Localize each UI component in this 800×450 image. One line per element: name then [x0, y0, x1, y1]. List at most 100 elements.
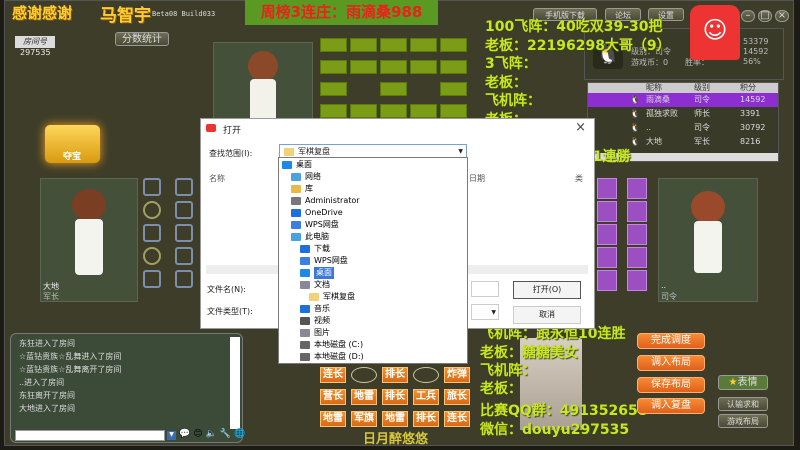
- camp-slot[interactable]: [351, 367, 377, 383]
- board-piece-hidden[interactable]: [597, 224, 617, 245]
- board-piece[interactable]: 炸弹: [444, 367, 470, 383]
- board-piece-hidden[interactable]: [627, 201, 647, 222]
- dropdown-item-download[interactable]: 下载: [279, 243, 467, 255]
- dropdown-item-folder[interactable]: 军棋复盘: [279, 291, 467, 303]
- globe-icon[interactable]: 🌐: [234, 429, 245, 439]
- board-piece[interactable]: 排长: [413, 411, 439, 427]
- board-piece[interactable]: 地雷: [351, 389, 377, 405]
- board-slot[interactable]: [175, 270, 193, 288]
- dropdown-item-cloud[interactable]: WPS网盘: [279, 255, 467, 267]
- board-slot[interactable]: [175, 224, 193, 242]
- board-piece-hidden[interactable]: [440, 82, 467, 96]
- board-piece[interactable]: 地雷: [382, 411, 408, 427]
- surrender-button[interactable]: 认输求和: [718, 397, 768, 411]
- speaker-icon[interactable]: 🔈: [206, 429, 217, 439]
- board-piece-hidden[interactable]: [440, 60, 467, 74]
- emote-button[interactable]: ★表情: [718, 375, 768, 390]
- open-button[interactable]: 打开(O): [513, 281, 581, 299]
- score-stats-button[interactable]: 分数统计: [115, 32, 169, 46]
- dropdown-item-library[interactable]: 库: [279, 183, 467, 195]
- dropdown-item-document[interactable]: 文档: [279, 279, 467, 291]
- dialog-close-icon[interactable]: ×: [575, 120, 586, 135]
- board-piece-hidden[interactable]: [320, 82, 347, 96]
- treasure-chest-icon[interactable]: 夺宝: [45, 125, 100, 163]
- board-piece[interactable]: 营长: [320, 389, 346, 405]
- board-piece[interactable]: 旅长: [444, 389, 470, 405]
- board-slot[interactable]: [175, 201, 193, 219]
- board-piece-hidden[interactable]: [597, 178, 617, 199]
- board-piece[interactable]: 排长: [382, 367, 408, 383]
- board-piece-hidden[interactable]: [627, 178, 647, 199]
- board-piece-hidden[interactable]: [440, 104, 467, 118]
- board-piece[interactable]: 连长: [320, 367, 346, 383]
- filetype-select[interactable]: ▼: [471, 304, 499, 320]
- cancel-button[interactable]: 取消: [513, 306, 581, 324]
- board-piece-hidden[interactable]: [350, 60, 377, 74]
- board-piece-hidden[interactable]: [627, 270, 647, 291]
- load-replay-button[interactable]: 调入复盘: [637, 398, 705, 414]
- finish-deploy-button[interactable]: 完成调度: [637, 333, 705, 349]
- dropdown-item-drive[interactable]: 本地磁盘 (C:): [279, 339, 467, 351]
- chat-scrollbar[interactable]: [230, 337, 240, 429]
- wrench-icon[interactable]: 🔧: [220, 429, 231, 439]
- board-piece-hidden[interactable]: [320, 60, 347, 74]
- board-piece-hidden[interactable]: [410, 60, 437, 74]
- board-slot[interactable]: [143, 224, 161, 242]
- game-layout-button[interactable]: 游戏布局: [718, 414, 768, 428]
- player-row[interactable]: 🐧 孤独求败 师长 3391: [588, 107, 778, 121]
- board-piece-hidden[interactable]: [597, 247, 617, 268]
- minimize-button[interactable]: –: [741, 10, 755, 22]
- board-piece-hidden[interactable]: [627, 247, 647, 268]
- board-piece-hidden[interactable]: [320, 38, 347, 52]
- maximize-button[interactable]: □: [758, 10, 772, 22]
- board-piece-hidden[interactable]: [350, 104, 377, 118]
- board-slot[interactable]: [143, 178, 161, 196]
- board-piece[interactable]: 连长: [444, 411, 470, 427]
- board-piece-hidden[interactable]: [627, 224, 647, 245]
- speech-bubble-icon[interactable]: 💬: [179, 429, 190, 439]
- dropdown-item-music[interactable]: 音乐: [279, 303, 467, 315]
- dropdown-item-network[interactable]: 网络: [279, 171, 467, 183]
- chat-input[interactable]: [15, 430, 165, 441]
- col-type-header[interactable]: 类: [575, 173, 583, 184]
- board-piece-hidden[interactable]: [410, 104, 437, 118]
- emoji-icon[interactable]: 😊: [193, 429, 202, 439]
- dropdown-item-drive[interactable]: 本地磁盘 (D:): [279, 351, 467, 363]
- board-piece-hidden[interactable]: [410, 38, 437, 52]
- camp-slot[interactable]: [143, 201, 161, 219]
- dropdown-item-cloud[interactable]: OneDrive: [279, 207, 467, 219]
- chat-dropdown-button[interactable]: ▼: [167, 431, 176, 440]
- close-button[interactable]: ×: [775, 10, 789, 22]
- player-row[interactable]: 🐧 雨滴桑 司令 14592: [588, 93, 778, 107]
- camp-slot[interactable]: [413, 367, 439, 383]
- board-piece-hidden[interactable]: [440, 38, 467, 52]
- board-slot[interactable]: [175, 247, 193, 265]
- load-layout-button[interactable]: 调入布局: [637, 355, 705, 371]
- camp-slot[interactable]: [143, 247, 161, 265]
- board-piece[interactable]: 军旗: [351, 411, 377, 427]
- board-piece-hidden[interactable]: [597, 270, 617, 291]
- col-date-header[interactable]: 日期: [469, 173, 485, 184]
- board-piece[interactable]: 排长: [382, 389, 408, 405]
- board-piece-hidden[interactable]: [350, 38, 377, 52]
- board-piece-hidden[interactable]: [380, 60, 407, 74]
- board-slot[interactable]: [175, 178, 193, 196]
- dropdown-item-desktop[interactable]: 桌面: [279, 159, 467, 171]
- col-name-header[interactable]: 名称: [209, 173, 225, 184]
- player-row[interactable]: 🐧.. 司令 30792: [588, 121, 778, 135]
- filename-input[interactable]: [471, 281, 499, 297]
- board-piece[interactable]: 地雷: [320, 411, 346, 427]
- board-piece-hidden[interactable]: [320, 104, 347, 118]
- board-slot[interactable]: [143, 270, 161, 288]
- board-piece[interactable]: 工兵: [413, 389, 439, 405]
- dropdown-item-picture[interactable]: 图片: [279, 327, 467, 339]
- board-piece-hidden[interactable]: [597, 201, 617, 222]
- board-piece-hidden[interactable]: [380, 104, 407, 118]
- board-piece-hidden[interactable]: [380, 82, 407, 96]
- board-piece-hidden[interactable]: [380, 38, 407, 52]
- dropdown-item-user[interactable]: Administrator: [279, 195, 467, 207]
- dropdown-item-desktop[interactable]: 桌面: [279, 267, 467, 279]
- dropdown-item-cloud[interactable]: WPS网盘: [279, 219, 467, 231]
- save-layout-button[interactable]: 保存布局: [637, 377, 705, 393]
- dropdown-item-video[interactable]: 视频: [279, 315, 467, 327]
